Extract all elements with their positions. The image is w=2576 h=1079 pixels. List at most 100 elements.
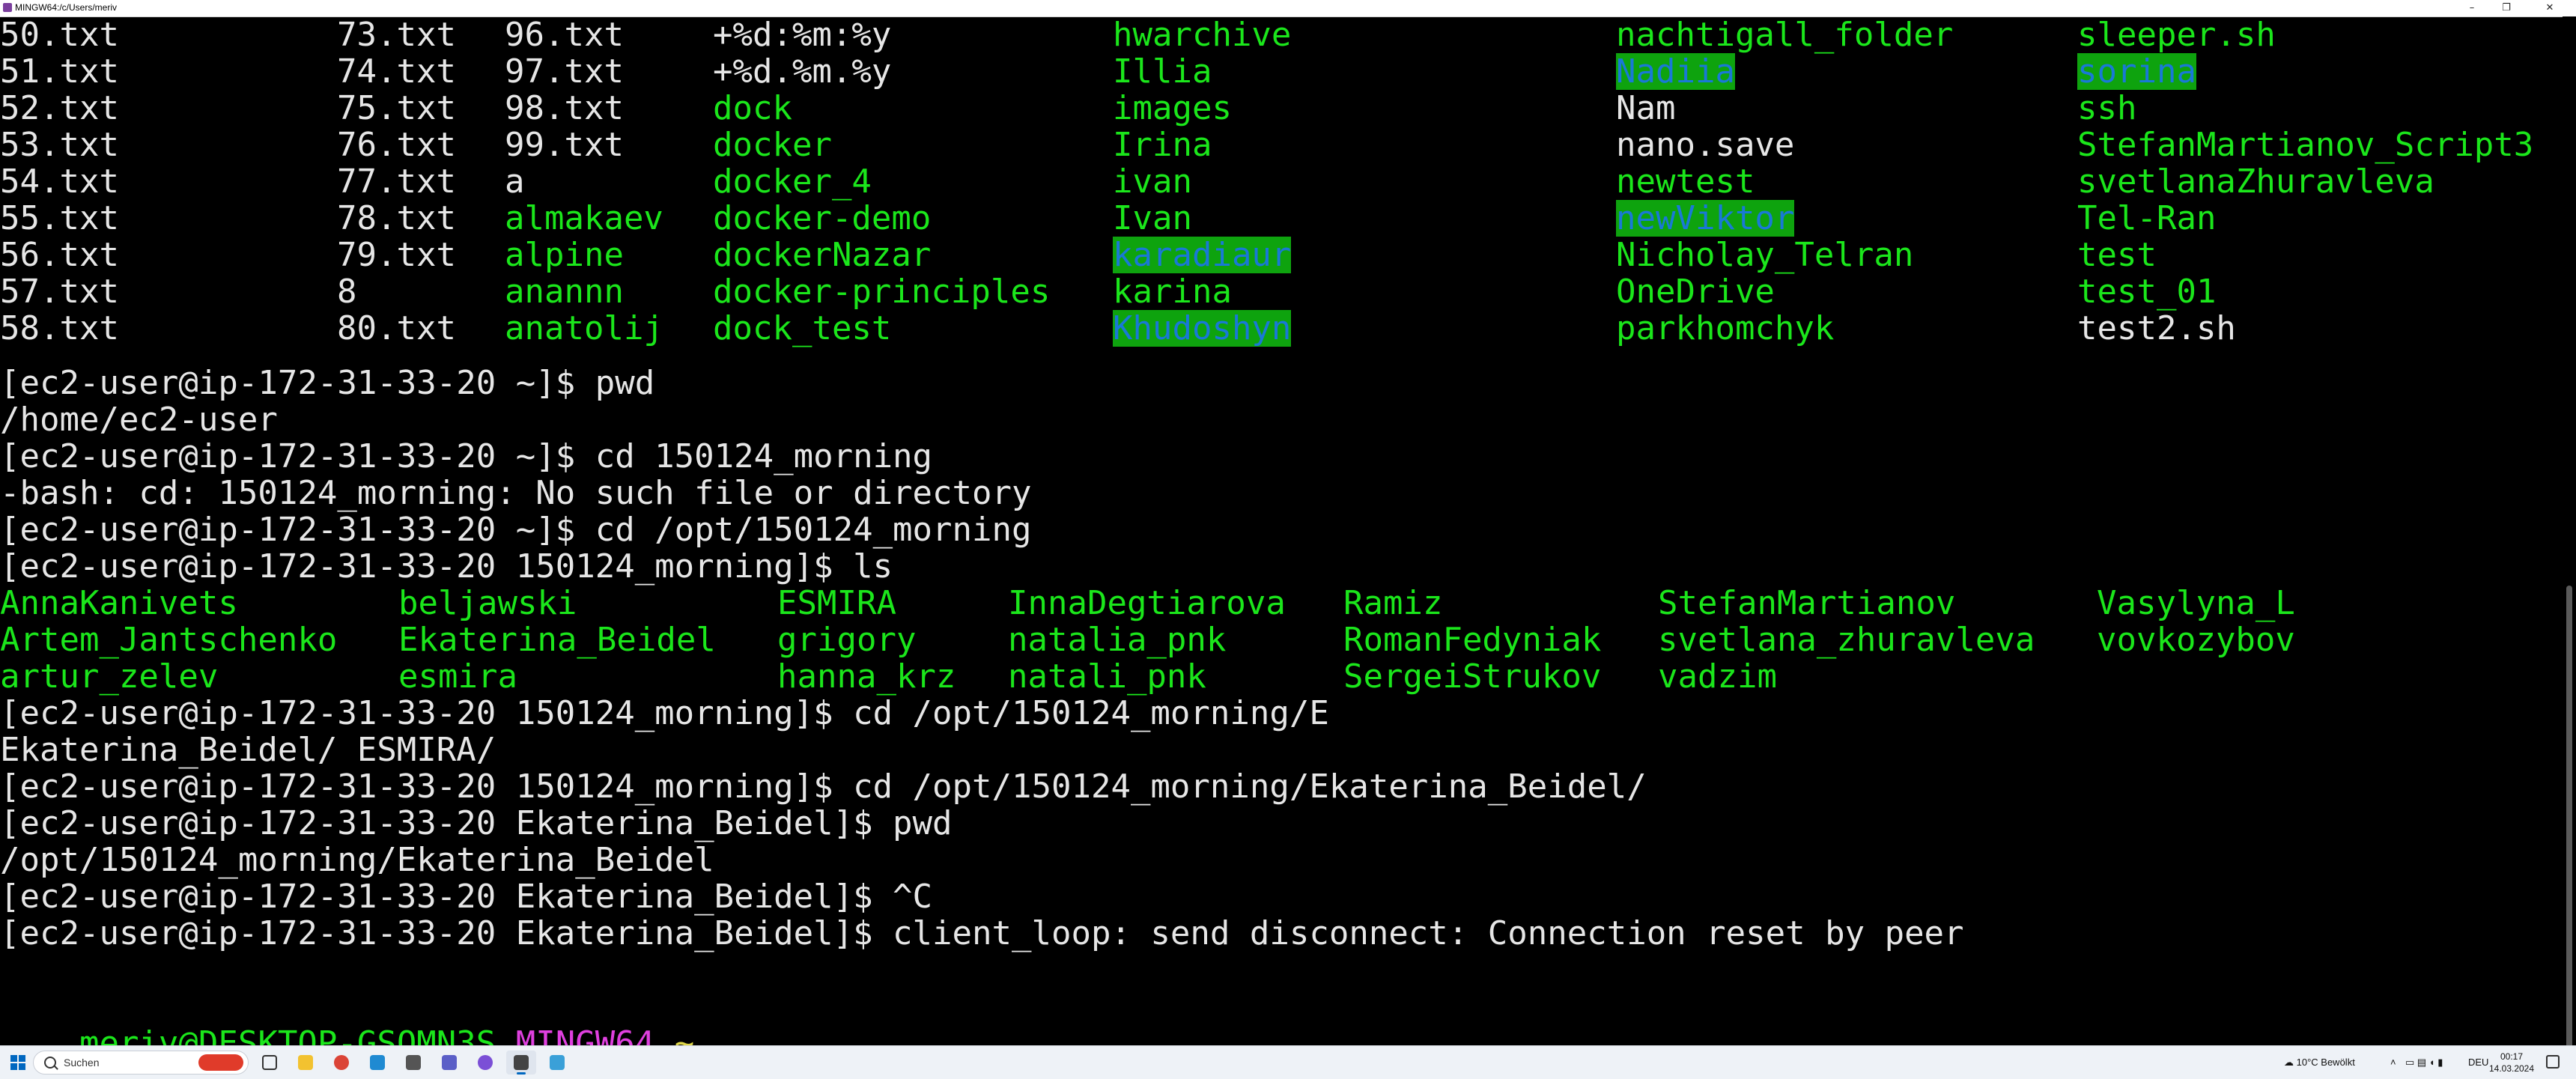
task-view-button[interactable] [255, 1051, 285, 1075]
listing-entry: 8 [337, 273, 357, 311]
listing-entry: StefanMartianov [1658, 584, 1956, 622]
start-logo-tile [19, 1063, 25, 1070]
listing-entry: 96.txt [505, 16, 624, 54]
folder-icon [298, 1055, 313, 1070]
terminal-line: [ec2-user@ip-172-31-33-20 ~]$ pwd [0, 364, 655, 402]
listing-entry: 57.txt [0, 273, 119, 311]
notification-icon[interactable] [2546, 1055, 2560, 1069]
listing-entry: hanna_krz [777, 657, 956, 696]
taskbar-clock[interactable]: 00:17 14.03.2024 [2488, 1051, 2536, 1075]
listing-entry: natalia_pnk [1008, 621, 1227, 659]
listing-entry: sorina [2077, 52, 2196, 91]
listing-entry: vadzim [1658, 657, 1777, 696]
listing-entry: anatolij [505, 309, 663, 347]
scrollbar-thumb[interactable] [2566, 586, 2572, 1050]
listing-entry: test [2077, 236, 2157, 274]
terminal-line: [ec2-user@ip-172-31-33-20 150124_morning… [0, 694, 1329, 732]
listing-entry: docker-principles [713, 273, 1051, 311]
terminal-scrollbar[interactable] [2563, 16, 2576, 1050]
prompt-user-host: meriv@DESKTOP-GSOMN3S [79, 1024, 496, 1045]
terminal-line: [ec2-user@ip-172-31-33-20 ~]$ cd 150124_… [0, 437, 933, 475]
listing-entry: InnaDegtiarova [1008, 584, 1286, 622]
listing-entry: newtest [1616, 162, 1755, 201]
listing-entry: Khudoshyn [1113, 309, 1292, 347]
listing-entry: RomanFedyniak [1343, 621, 1602, 659]
search-icon [44, 1057, 56, 1069]
task-view-icon [262, 1055, 277, 1070]
close-button[interactable]: ✕ [2524, 0, 2576, 16]
listing-entry: docker [713, 126, 832, 164]
terminal-line: [ec2-user@ip-172-31-33-20 Ekaterina_Beid… [0, 878, 933, 916]
listing-entry: 51.txt [0, 52, 119, 91]
git-icon [406, 1055, 421, 1070]
listing-entry: esmira [398, 657, 517, 696]
terminal-line: [ec2-user@ip-172-31-33-20 150124_morning… [0, 768, 1647, 806]
taskbar-app-notepad[interactable] [542, 1051, 572, 1075]
listing-entry: 78.txt [337, 199, 456, 237]
listing-entry: 98.txt [505, 89, 624, 127]
listing-entry: nano.save [1616, 126, 1795, 164]
minimize-button[interactable]: – [2455, 0, 2489, 16]
listing-entry: a [505, 162, 525, 201]
listing-entry: Tel-Ran [2077, 199, 2217, 237]
taskbar-app-teams[interactable] [434, 1051, 464, 1075]
listing-entry: Artem_Jantschenko [0, 621, 338, 659]
taskbar-app-chrome[interactable] [326, 1051, 356, 1075]
discord-icon [478, 1055, 493, 1070]
listing-entry: svetlana_zhuravleva [1658, 621, 2035, 659]
maximize-button[interactable]: ❐ [2489, 0, 2524, 16]
listing-entry: 58.txt [0, 309, 119, 347]
listing-entry: 77.txt [337, 162, 456, 201]
listing-entry: 52.txt [0, 89, 119, 127]
listing-entry: parkhomchyk [1616, 309, 1835, 347]
taskbar-app-explorer[interactable] [291, 1051, 321, 1075]
listing-entry: beljawski [398, 584, 577, 622]
listing-entry: 75.txt [337, 89, 456, 127]
terminal-line: /home/ec2-user [0, 401, 278, 439]
terminal-line: [ec2-user@ip-172-31-33-20 Ekaterina_Beid… [0, 914, 1964, 952]
tray-system-icons[interactable]: ▭ ▤ ◖ ▮ [2405, 1046, 2443, 1079]
window-titlebar: MINGW64:/c/Users/meriv – ❐ ✕ [0, 0, 2576, 17]
listing-entry: alpine [505, 236, 624, 274]
tray-overflow-icon[interactable]: ˄ [2390, 1046, 2396, 1079]
prompt-env: MINGW64 [515, 1024, 655, 1045]
terminal-line: [ec2-user@ip-172-31-33-20 150124_morning… [0, 547, 893, 586]
listing-entry: +%d.%m.%y [713, 52, 892, 91]
git-bash-icon [514, 1055, 529, 1070]
taskbar-app-discord[interactable] [470, 1051, 500, 1075]
listing-entry: SergeiStrukov [1343, 657, 1602, 696]
listing-entry: dockerNazar [713, 236, 932, 274]
terminal-output[interactable]: 50.txt 73.txt 96.txt +%d:%m:%y hwarchive nach… [0, 16, 2561, 1045]
taskbar-app-git-bash[interactable] [506, 1051, 536, 1075]
listing-entry: OneDrive [1616, 273, 1775, 311]
listing-entry: grigory [777, 621, 917, 659]
listing-entry: docker-demo [713, 199, 932, 237]
listing-entry: sleeper.sh [2077, 16, 2276, 54]
listing-entry: Nam [1616, 89, 1676, 127]
weather-widget[interactable]: ☁ 10°C Bewölkt [2284, 1046, 2355, 1079]
listing-entry: 74.txt [337, 52, 456, 91]
search-highlight-image [198, 1054, 243, 1071]
listing-entry: anannn [505, 273, 624, 311]
listing-entry: hwarchive [1113, 16, 1292, 54]
taskbar-app-git[interactable] [398, 1051, 428, 1075]
windows-start-button[interactable] [10, 1055, 25, 1070]
window-title: MINGW64:/c/Users/meriv [15, 2, 118, 13]
listing-entry: +%d:%m:%y [713, 16, 892, 54]
language-indicator[interactable]: DEU [2468, 1046, 2488, 1079]
input-line[interactable]: $ [0, 1025, 104, 1045]
listing-entry: Ivan [1113, 199, 1192, 237]
clock-date: 14.03.2024 [2488, 1063, 2535, 1074]
terminal-line: [ec2-user@ip-172-31-33-20 ~]$ cd /opt/15… [0, 511, 1032, 549]
chrome-icon [334, 1055, 349, 1070]
terminal-line: -bash: cd: 150124_morning: No such file … [0, 474, 1032, 512]
listing-entry: test_01 [2077, 273, 2217, 311]
clock-time: 00:17 [2500, 1051, 2524, 1062]
listing-entry: Vasylyna_L [2097, 584, 2295, 622]
taskbar-search[interactable]: Suchen [33, 1051, 249, 1075]
mingw-app-icon [3, 3, 12, 12]
listing-entry: ESMIRA [777, 584, 896, 622]
listing-entry: karina [1113, 273, 1232, 311]
teams-icon [442, 1055, 457, 1070]
taskbar-app-vscode[interactable] [362, 1051, 392, 1075]
